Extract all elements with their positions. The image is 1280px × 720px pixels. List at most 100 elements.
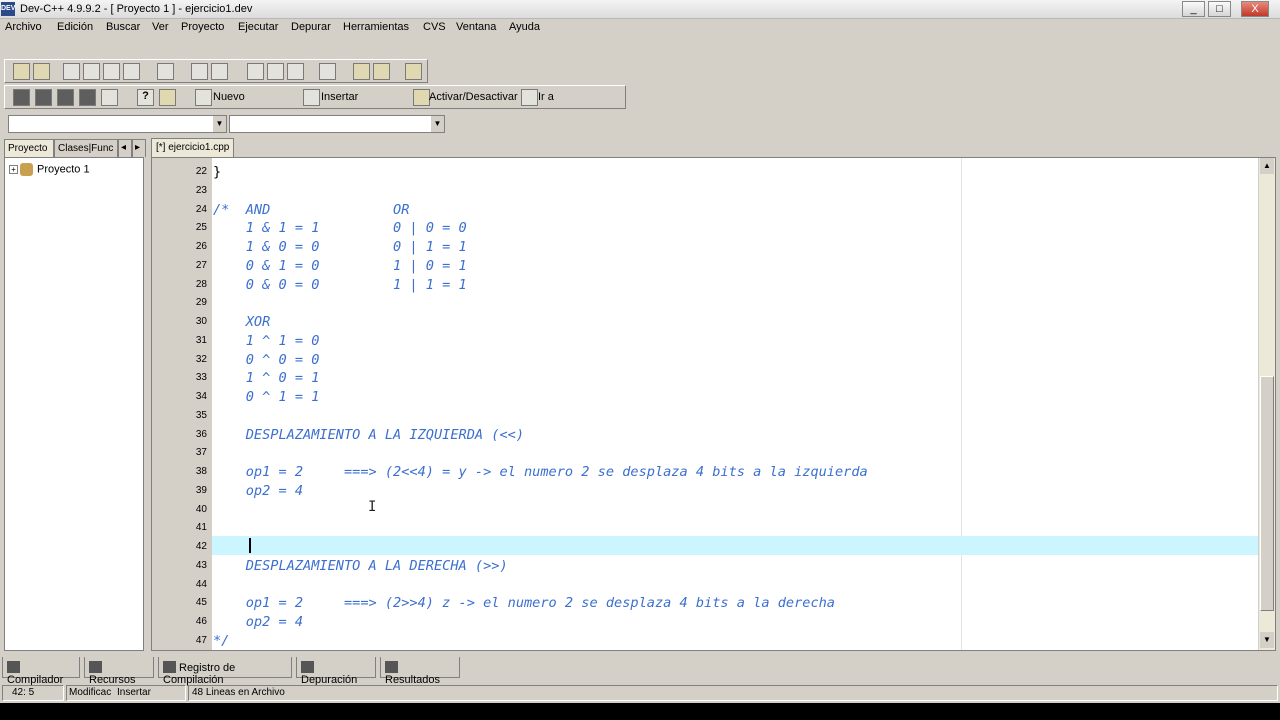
rebuild-icon[interactable] xyxy=(79,89,96,106)
goto-line-icon[interactable] xyxy=(319,63,336,80)
code-editor[interactable]: 22} 23 24 /* AND OR 25 1 & 1 = 1 0 | 0 = 0 26… xyxy=(151,157,1276,651)
about-icon[interactable] xyxy=(159,89,176,106)
expand-icon[interactable]: + xyxy=(9,165,18,174)
line-number: 46 xyxy=(195,616,207,627)
line-number: 40 xyxy=(195,503,207,515)
insert-icon[interactable] xyxy=(303,89,320,106)
maximize-button[interactable]: □ xyxy=(1208,1,1231,17)
code-text: 0 & 1 = 0 1 | 0 = 1 xyxy=(213,257,467,274)
line-number: 24 xyxy=(195,203,207,215)
line-number: 45 xyxy=(195,597,207,609)
chevron-down-icon[interactable]: ▼ xyxy=(430,116,444,132)
tab-compilador[interactable]: Compilador xyxy=(2,657,80,686)
tab-proyecto[interactable]: Proyecto xyxy=(4,139,54,157)
tab-resultados[interactable]: Resultados xyxy=(380,657,460,686)
code-text: 1 & 0 = 0 0 | 1 = 1 xyxy=(213,239,467,255)
project-options-icon[interactable] xyxy=(405,63,422,80)
title-bar: DEV Dev-C++ 4.9.9.2 - [ Proyecto 1 ] - e… xyxy=(0,0,1280,19)
close-button[interactable]: X xyxy=(1241,1,1269,17)
help-icon[interactable]: ? xyxy=(137,89,154,106)
tab-registro[interactable]: Registro de Compilación xyxy=(158,657,292,686)
code-text: DESPLAZAMIENTO A LA DERECHA (>>) xyxy=(213,557,508,574)
window-title: Dev-C++ 4.9.9.2 - [ Proyecto 1 ] - ejerc… xyxy=(20,3,253,15)
save-all-icon[interactable] xyxy=(103,63,120,80)
code-text: } xyxy=(213,164,222,180)
menu-cvs[interactable]: CVS xyxy=(423,21,446,33)
tab-scroll-right-icon[interactable]: ▸ xyxy=(132,139,146,157)
new-file-icon[interactable] xyxy=(63,63,80,80)
remove-file-icon[interactable] xyxy=(373,63,390,80)
minimize-button[interactable]: _ xyxy=(1182,1,1205,17)
compiler-icon xyxy=(7,661,20,673)
line-number: 36 xyxy=(195,428,207,440)
activar-desactivar-button[interactable]: Activar/Desactivar xyxy=(429,91,518,103)
tree-item-proyecto-1[interactable]: + Proyecto 1 xyxy=(9,163,90,176)
menu-ayuda[interactable]: Ayuda xyxy=(509,21,540,33)
check-icon[interactable] xyxy=(101,89,118,106)
code-text: */ xyxy=(213,632,230,649)
code-text: 0 ^ 1 = 1 xyxy=(213,389,320,405)
open-project-icon[interactable] xyxy=(13,63,30,80)
tree-item-label: Proyecto 1 xyxy=(37,163,90,176)
save-icon[interactable] xyxy=(83,63,100,80)
scroll-thumb[interactable] xyxy=(1260,376,1274,611)
tab-clases[interactable]: Clases|Func xyxy=(54,139,118,157)
chevron-down-icon[interactable]: ▼ xyxy=(212,116,226,132)
insertar-button[interactable]: Insertar xyxy=(321,91,358,103)
line-number: 38 xyxy=(195,466,207,477)
log-icon xyxy=(163,661,176,673)
close-file-icon[interactable] xyxy=(123,63,140,80)
compile-icon[interactable] xyxy=(13,89,30,106)
line-number: 41 xyxy=(195,522,207,534)
menu-bar: Archivo Edición Buscar Ver Proyecto Ejec… xyxy=(0,19,1280,39)
menu-ver[interactable]: Ver xyxy=(152,21,169,33)
line-number: 47 xyxy=(195,634,207,646)
menu-proyecto[interactable]: Proyecto xyxy=(181,21,224,33)
main-toolbar xyxy=(4,59,428,83)
code-text: 1 & 1 = 1 0 | 0 = 0 xyxy=(213,220,467,237)
status-bar: 42: 5 Modificac Insertar 48 Lineas en Ar… xyxy=(0,685,1280,702)
line-number: 27 xyxy=(195,259,207,271)
code-text: op1 = 2 ===> (2<<4) = y -> el numero 2 s… xyxy=(213,464,868,480)
code-text: op1 = 2 ===> (2>>4) z -> el numero 2 se … xyxy=(213,595,835,612)
vertical-scrollbar[interactable]: ▲ ▼ xyxy=(1258,158,1275,650)
menu-buscar[interactable]: Buscar xyxy=(106,21,140,33)
tab-scroll-left-icon[interactable]: ◂ xyxy=(118,139,132,157)
scroll-down-icon[interactable]: ▼ xyxy=(1260,632,1274,648)
nuevo-button[interactable]: Nuevo xyxy=(213,91,245,103)
taskbar-strip xyxy=(0,703,1280,720)
toggle-bookmark-icon[interactable] xyxy=(413,89,430,106)
redo-icon[interactable] xyxy=(211,63,228,80)
add-file-icon[interactable] xyxy=(353,63,370,80)
insert-mode: Insertar xyxy=(117,687,151,698)
find-icon[interactable] xyxy=(247,63,264,80)
menu-archivo[interactable]: Archivo xyxy=(5,21,42,33)
tab-recursos[interactable]: Recursos xyxy=(84,657,154,686)
class-browser-icon[interactable] xyxy=(33,63,50,80)
replace-icon[interactable] xyxy=(267,63,284,80)
find-next-icon[interactable] xyxy=(287,63,304,80)
new-icon[interactable] xyxy=(195,89,212,106)
tab-ejercicio1[interactable]: [*] ejercicio1.cpp xyxy=(151,138,235,157)
menu-depurar[interactable]: Depurar xyxy=(291,21,331,33)
menu-ventana[interactable]: Ventana xyxy=(456,21,496,33)
line-count: 48 Lineas en Archivo xyxy=(192,687,285,698)
cursor-position: 42: 5 xyxy=(12,687,35,698)
goto-icon[interactable] xyxy=(521,89,538,106)
undo-icon[interactable] xyxy=(191,63,208,80)
scroll-up-icon[interactable]: ▲ xyxy=(1260,158,1274,174)
class-combo[interactable]: ▼ xyxy=(8,115,227,133)
secondary-toolbar: ? Nuevo Insertar Activar/Desactivar Ir a xyxy=(4,85,626,109)
run-icon[interactable] xyxy=(35,89,52,106)
line-number: 26 xyxy=(195,241,207,252)
compile-run-icon[interactable] xyxy=(57,89,74,106)
menu-edicion[interactable]: Edición xyxy=(57,21,93,33)
tab-depuracion[interactable]: Depuración xyxy=(296,657,376,686)
menu-ejecutar[interactable]: Ejecutar xyxy=(238,21,278,33)
print-icon[interactable] xyxy=(157,63,174,80)
ir-a-button[interactable]: Ir a xyxy=(538,91,554,103)
member-combo[interactable]: ▼ xyxy=(229,115,445,133)
menu-herramientas[interactable]: Herramientas xyxy=(343,21,409,33)
line-number: 22 xyxy=(195,166,207,177)
code-text: 0 ^ 0 = 0 xyxy=(213,351,320,368)
